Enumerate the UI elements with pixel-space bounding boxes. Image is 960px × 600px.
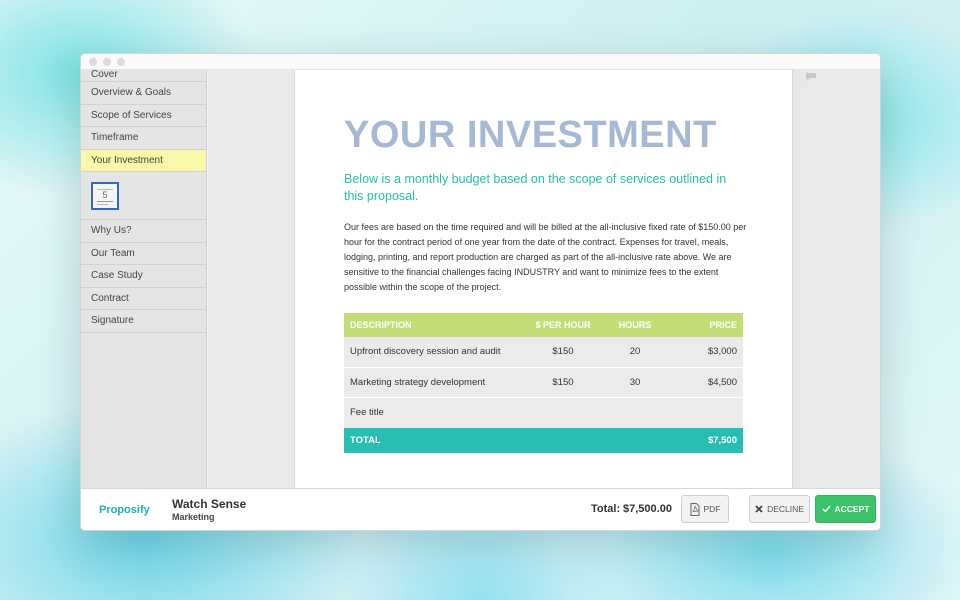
sidebar-item-your-investment[interactable]: Your Investment [81, 149, 206, 172]
sidebar-item-signature[interactable]: Signature [81, 310, 206, 333]
table-cell-description: Marketing strategy development [350, 376, 486, 388]
thumbnail-line [97, 201, 113, 202]
app-window: Cover Overview & Goals Scope of Services… [80, 53, 881, 531]
sidebar-item-overview-goals[interactable]: Overview & Goals [81, 82, 206, 105]
decline-button-label: DECLINE [767, 504, 804, 514]
sidebar: Cover Overview & Goals Scope of Services… [81, 70, 207, 488]
page-body-text: Our fees are based on the time required … [344, 222, 747, 292]
accept-button-label: ACCEPT [834, 504, 870, 514]
pdf-button[interactable]: PDF [681, 495, 729, 523]
page-title: YOUR INVESTMENT [344, 114, 717, 156]
table-total-value: $7,500 [707, 434, 737, 446]
table-total-row: TOTAL $7,500 [344, 427, 743, 453]
table-cell-hours: 30 [629, 376, 641, 388]
sidebar-item-cover[interactable]: Cover [81, 70, 206, 82]
sidebar-item-contract[interactable]: Contract [81, 288, 206, 310]
window-minimize-dot[interactable] [103, 58, 111, 66]
thumbnail-line [97, 204, 108, 205]
pdf-icon [690, 502, 700, 516]
accept-button[interactable]: ACCEPT [815, 495, 876, 523]
sidebar-item-our-team[interactable]: Our Team [81, 243, 206, 265]
table-cell-per-hour: $150 [552, 376, 574, 388]
page-subtitle: Below is a monthly budget based on the s… [344, 172, 727, 203]
table-row: Upfront discovery session and audit $150… [344, 337, 743, 367]
check-icon [822, 505, 831, 513]
thumbnail-page-number: 5 [102, 190, 108, 200]
investment-table: DESCRIPTION $ PER HOUR HOURS PRICE Upfro… [344, 313, 743, 453]
window-close-dot[interactable] [89, 58, 97, 66]
page-thumbnail[interactable]: 5 [91, 182, 119, 210]
decline-button[interactable]: DECLINE [749, 495, 810, 523]
table-row: Marketing strategy development $150 30 $… [344, 367, 743, 397]
table-header-row: DESCRIPTION $ PER HOUR HOURS PRICE [344, 313, 743, 337]
sidebar-item-why-us[interactable]: Why Us? [81, 220, 206, 243]
table-cell-per-hour: $150 [552, 346, 574, 358]
table-header-price: PRICE [709, 320, 737, 330]
table-total-label: TOTAL [350, 434, 381, 446]
document-canvas: YOUR INVESTMENT Below is a monthly budge… [208, 70, 793, 488]
comment-icon[interactable] [805, 68, 817, 81]
close-icon [755, 505, 763, 513]
footer-total-value: $7,500.00 [623, 503, 672, 515]
sidebar-item-timeframe[interactable]: Timeframe [81, 127, 206, 150]
footer-total-label: Total: [591, 503, 621, 515]
pdf-button-label: PDF [703, 504, 721, 514]
page-thumbnail-row: 5 [81, 172, 206, 220]
table-header-description: DESCRIPTION [350, 320, 412, 330]
table-row: Fee title [344, 398, 743, 428]
table-cell-description: Upfront discovery session and audit [350, 346, 501, 358]
proposal-page: YOUR INVESTMENT Below is a monthly budge… [294, 70, 793, 488]
comments-pane [792, 70, 880, 488]
title-bar [81, 54, 880, 70]
sidebar-item-case-study[interactable]: Case Study [81, 265, 206, 288]
table-header-hours: HOURS [618, 320, 652, 330]
table-cell-price: $4,500 [707, 376, 737, 388]
window-zoom-dot[interactable] [117, 58, 125, 66]
sidebar-item-scope-of-services[interactable]: Scope of Services [81, 105, 206, 127]
client-name: Watch Sense [172, 497, 247, 511]
table-cell-description: Fee title [350, 407, 384, 419]
footer-bar: Proposify Watch Sense Marketing Total: $… [81, 488, 880, 530]
client-subtitle: Marketing [172, 512, 215, 522]
brand-logo: Proposify [99, 504, 150, 516]
table-cell-hours: 20 [629, 346, 641, 358]
table-cell-price: $3,000 [707, 346, 737, 358]
table-header-per-hour: $ PER HOUR [535, 320, 591, 330]
